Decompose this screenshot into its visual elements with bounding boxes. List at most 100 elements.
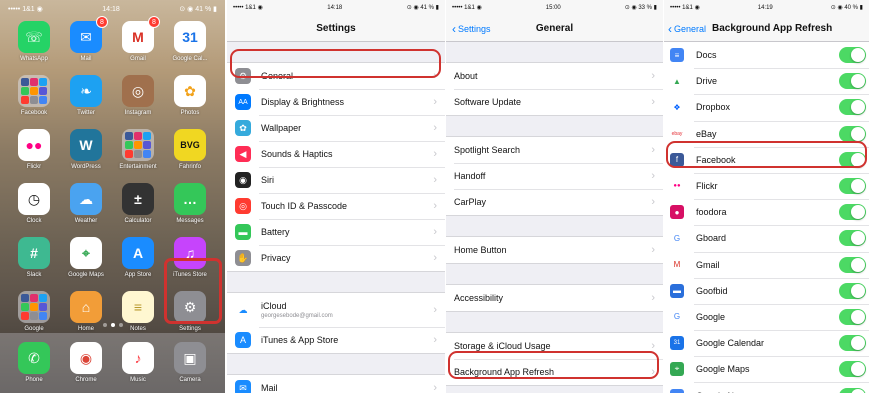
general-row-accessibility[interactable]: Accessibility ›: [446, 285, 663, 311]
refresh-toggle[interactable]: [839, 73, 866, 90]
app-google-maps[interactable]: ⌖ Google Maps: [63, 237, 109, 278]
chevron-right-icon: ›: [651, 70, 655, 82]
refresh-toggle[interactable]: [839, 335, 866, 352]
chevron-right-icon: ›: [651, 144, 655, 156]
app-chrome[interactable]: ◉ Chrome: [63, 342, 109, 393]
refresh-toggle[interactable]: [839, 361, 866, 378]
app-label: WordPress: [71, 164, 101, 170]
background-refresh-highlight: [448, 351, 659, 379]
mail-icon: ✉: [235, 380, 251, 393]
chrome-icon: ◉: [70, 342, 102, 374]
row-label: Home Button: [454, 245, 507, 255]
app-whatsapp[interactable]: ☏ WhatsApp: [11, 21, 57, 62]
app-mail[interactable]: ✉ 8 Mail: [63, 16, 109, 62]
app-weather[interactable]: ☁ Weather: [63, 183, 109, 224]
app-slack[interactable]: # Slack: [11, 237, 57, 278]
refresh-toggle[interactable]: [839, 47, 866, 64]
settings-row-icloud[interactable]: ☁ iCloud georgesebode@gmail.com ›: [227, 293, 445, 327]
general-row-spotlight-search[interactable]: Spotlight Search ›: [446, 137, 663, 163]
app-entertainment-folder[interactable]: Entertainment: [115, 129, 161, 170]
touch-id-icon: ◎: [235, 198, 251, 214]
app-phone[interactable]: ✆ Phone: [11, 342, 57, 393]
app-label: Phone: [25, 377, 43, 383]
settings-row-battery[interactable]: ▬ Battery ›: [227, 219, 445, 245]
settings-row-display-brightness[interactable]: AA Display & Brightness ›: [227, 89, 445, 115]
refresh-toggle[interactable]: [839, 282, 866, 299]
settings-row-touch-id-passcode[interactable]: ◎ Touch ID & Passcode ›: [227, 193, 445, 219]
calculator-icon: ±: [122, 183, 154, 215]
refresh-toggle[interactable]: [839, 99, 866, 116]
refresh-toggle[interactable]: [839, 256, 866, 273]
chevron-right-icon: ›: [433, 122, 437, 134]
row-label: Google: [696, 311, 726, 322]
page-title: Settings: [316, 22, 356, 34]
general-group: Accessibility ›: [446, 284, 663, 312]
app-label: Calculator: [124, 218, 152, 224]
app-label: Twitter: [77, 110, 95, 116]
app-clock[interactable]: ◷ Clock: [11, 183, 57, 224]
sounds-icon: ◀: [235, 146, 251, 162]
whatsapp-icon: ☏: [18, 21, 50, 53]
chevron-right-icon: ›: [433, 148, 437, 160]
settings-row-mail[interactable]: ✉ Mail ›: [227, 375, 445, 393]
row-label: CarPlay: [454, 197, 487, 207]
app-camera[interactable]: ▣ Camera: [167, 342, 213, 393]
refresh-row-foodora: ● foodora: [664, 199, 869, 225]
settings-row-wallpaper[interactable]: ✿ Wallpaper ›: [227, 115, 445, 141]
back-button[interactable]: ‹ General: [668, 15, 706, 42]
app-calculator[interactable]: ± Calculator: [115, 183, 161, 224]
settings-screen: ••••• 1&1 ◉ 14:18 ⊙ ◉ 41 % ▮ Settings ⚙ G…: [227, 0, 445, 393]
facebook-highlight: [666, 141, 867, 168]
entertainment-folder-icon: [122, 129, 154, 161]
row-label: Storage & iCloud Usage: [454, 341, 551, 351]
battery-label: ⊙ ◉ 41 % ▮: [179, 6, 217, 13]
app-label: Camera: [179, 377, 201, 383]
app-messages[interactable]: … Messages: [167, 183, 213, 224]
general-row-handoff[interactable]: Handoff ›: [446, 163, 663, 189]
general-row-carplay[interactable]: CarPlay ›: [446, 189, 663, 215]
settings-group: ⚙ General › AA Display & Brightness › ✿ Wallpap…: [227, 62, 445, 272]
app-music[interactable]: ♪ Music: [115, 342, 161, 393]
general-row-about[interactable]: About ›: [446, 63, 663, 89]
app-twitter[interactable]: ❧ Twitter: [63, 75, 109, 116]
settings-highlight: [164, 258, 222, 324]
app-instagram[interactable]: ◎ Instagram: [115, 75, 161, 116]
app-google-calendar[interactable]: 31 Google Cal...: [167, 21, 213, 62]
refresh-toggle[interactable]: [839, 204, 866, 221]
settings-row-sounds-haptics[interactable]: ◀ Sounds & Haptics ›: [227, 141, 445, 167]
status-bar: ••••• 1&1 ◉ 14:18 ⊙ ◉ 41 % ▮: [0, 0, 225, 18]
app-label: Mail: [80, 56, 92, 62]
row-label: Handoff: [454, 171, 486, 181]
app-label: Weather: [74, 218, 98, 224]
refresh-row-gmail: M Gmail: [664, 251, 869, 278]
refresh-toggle[interactable]: [839, 178, 866, 195]
refresh-toggle[interactable]: [839, 387, 866, 393]
settings-row-siri[interactable]: ◉ Siri ›: [227, 167, 445, 193]
app-bvg[interactable]: BVG Fahrinfo: [167, 129, 213, 170]
app-gmail[interactable]: M 8 Gmail: [115, 16, 161, 62]
app-facebook-folder[interactable]: Facebook: [11, 75, 57, 116]
general-row-home-button[interactable]: Home Button ›: [446, 237, 663, 263]
row-label: foodora: [696, 207, 727, 218]
general-group: Spotlight Search › Handoff › CarPlay ›: [446, 136, 663, 216]
refresh-toggle[interactable]: [839, 308, 866, 325]
google-calendar-icon: 31: [670, 336, 684, 351]
refresh-toggle[interactable]: [839, 125, 866, 142]
chevron-right-icon: ›: [651, 170, 655, 182]
home-screen: ••••• 1&1 ◉ 14:18 ⊙ ◉ 41 % ▮ ☏ WhatsApp ✉ 8…: [0, 0, 225, 393]
back-button[interactable]: ‹ Settings: [452, 15, 491, 42]
settings-row-itunes-app-store[interactable]: AiTunes & App Store ›: [227, 327, 445, 353]
app-label: Chrome: [75, 377, 97, 383]
weather-icon: ☁: [70, 183, 102, 215]
app-wordpress[interactable]: W WordPress: [63, 129, 109, 170]
app-label: Music: [130, 377, 146, 383]
refresh-toggle[interactable]: [839, 230, 866, 247]
wallpaper-icon: ✿: [235, 120, 251, 136]
row-label: Google Calendar: [696, 338, 765, 349]
settings-row-privacy[interactable]: ✋ Privacy ›: [227, 245, 445, 271]
app-flickr[interactable]: ●● Flickr: [11, 129, 57, 170]
app-app-store[interactable]: A App Store: [115, 237, 161, 278]
app-photos[interactable]: ✿ Photos: [167, 75, 213, 116]
general-row-software-update[interactable]: Software Update ›: [446, 89, 663, 115]
app-label: Gmail: [130, 56, 146, 62]
